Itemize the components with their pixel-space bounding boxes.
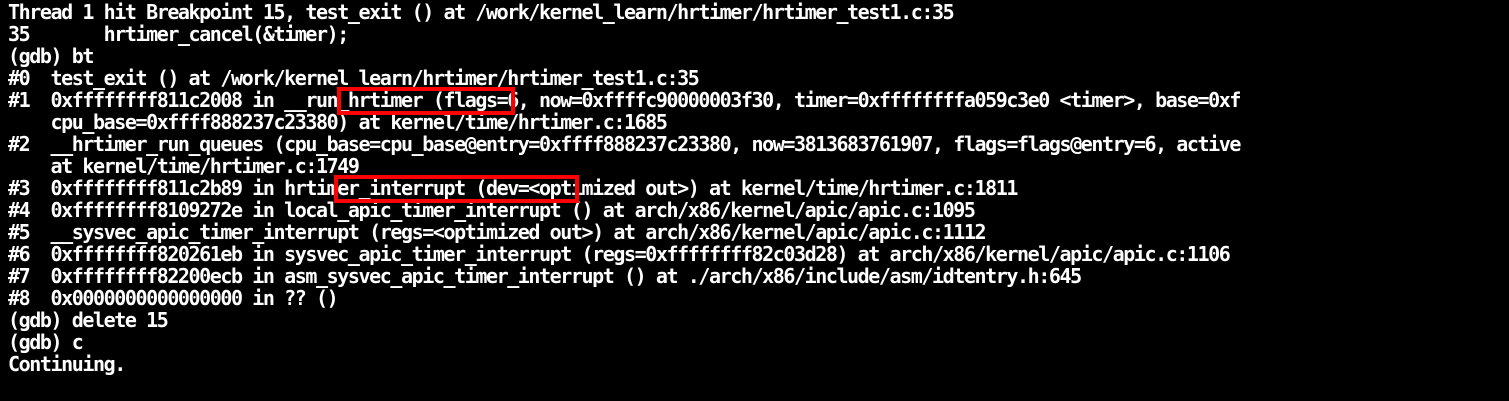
continuing-line: Continuing. bbox=[8, 352, 126, 376]
backtrace-frame-1-cont: cpu_base=0xffff888237c23380) at kernel/t… bbox=[8, 110, 667, 134]
backtrace-frame-2: #2 __hrtimer_run_queues (cpu_base=cpu_ba… bbox=[8, 132, 1241, 156]
breakpoint-hit-line: Thread 1 hit Breakpoint 15, test_exit ()… bbox=[8, 0, 955, 24]
terminal-output: Thread 1 hit Breakpoint 15, test_exit ()… bbox=[8, 0, 1241, 376]
backtrace-frame-6: #6 0xffffffff820261eb in sysvec_apic_tim… bbox=[8, 242, 1231, 266]
gdb-command-line: (gdb) delete 15 bbox=[8, 308, 169, 332]
highlight-box-hrtimer-interrupt bbox=[334, 175, 579, 203]
backtrace-frame-7: #7 0xffffffff82200ecb in asm_sysvec_apic… bbox=[8, 264, 1082, 288]
backtrace-frame-5: #5 __sysvec_apic_timer_interrupt (regs=<… bbox=[8, 220, 987, 244]
source-line: 35 hrtimer_cancel(&timer); bbox=[8, 22, 349, 46]
backtrace-frame-0: #0 test_exit () at /work/kernel_learn/hr… bbox=[8, 66, 700, 90]
highlight-box-run-hrtimer bbox=[337, 87, 515, 115]
backtrace-frame-2-cont: at kernel/time/hrtimer.c:1749 bbox=[8, 154, 359, 178]
gdb-command-line: (gdb) bt bbox=[8, 44, 94, 68]
gdb-command-line: (gdb) c bbox=[8, 330, 84, 354]
backtrace-frame-8: #8 0x0000000000000000 in ?? () bbox=[8, 286, 339, 310]
gdb-terminal[interactable]: Thread 1 hit Breakpoint 15, test_exit ()… bbox=[0, 0, 1509, 401]
backtrace-frame-1: #1 0xffffffff811c2008 in __run_hrtimer (… bbox=[8, 88, 1241, 112]
backtrace-frame-4: #4 0xffffffff8109272e in local_apic_time… bbox=[8, 198, 976, 222]
backtrace-frame-3: #3 0xffffffff811c2b89 in hrtimer_interru… bbox=[8, 176, 1018, 200]
